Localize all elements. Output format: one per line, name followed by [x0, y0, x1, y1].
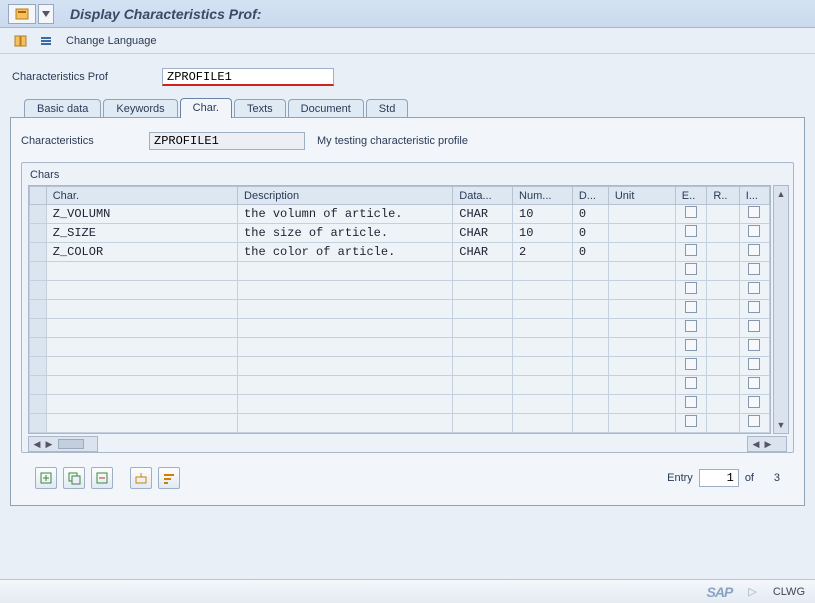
scroll-right-icon[interactable]: ▶ [762, 438, 774, 450]
tab-keywords[interactable]: Keywords [103, 99, 177, 118]
scroll-up-icon[interactable]: ▲ [775, 188, 787, 200]
tab-std[interactable]: Std [366, 99, 409, 118]
table-row[interactable] [30, 376, 770, 395]
col-header[interactable]: D... [572, 187, 608, 205]
table-row[interactable] [30, 395, 770, 414]
checkbox[interactable] [748, 282, 760, 294]
page-title: Display Characteristics Prof: [70, 6, 261, 22]
checkbox[interactable] [685, 358, 697, 370]
insert-row-button[interactable] [35, 467, 57, 489]
table-row[interactable] [30, 357, 770, 376]
checkbox[interactable] [685, 339, 697, 351]
table-row[interactable] [30, 262, 770, 281]
col-header[interactable]: Data... [453, 187, 513, 205]
profile-input[interactable] [162, 68, 334, 86]
checkbox[interactable] [685, 377, 697, 389]
toggle-icon[interactable] [10, 32, 30, 50]
horizontal-scrollbar-left[interactable]: ◀ ▶ [28, 436, 98, 452]
col-header[interactable]: Description [238, 187, 453, 205]
checkbox[interactable] [685, 301, 697, 313]
chars-groupbox: Chars Char.DescriptionData...Num...D...U… [21, 162, 794, 453]
title-bar: Display Characteristics Prof: [0, 0, 815, 28]
checkbox[interactable] [748, 206, 760, 218]
scroll-right-icon[interactable]: ▶ [43, 438, 55, 450]
tab-texts[interactable]: Texts [234, 99, 286, 118]
sap-logo: SAP [707, 584, 733, 600]
chars-groupbox-title: Chars [22, 167, 793, 185]
vertical-scrollbar[interactable]: ▲ ▼ [773, 185, 789, 434]
status-system: CLWG [773, 586, 805, 598]
checkbox[interactable] [685, 320, 697, 332]
profile-field-row: Characteristics Prof [0, 54, 815, 96]
change-language-label[interactable]: Change Language [66, 35, 157, 47]
table-row[interactable] [30, 414, 770, 433]
chars-table[interactable]: Char.DescriptionData...Num...D...UnitE..… [28, 185, 771, 434]
table-row[interactable] [30, 319, 770, 338]
col-header[interactable]: Num... [513, 187, 573, 205]
characteristics-input[interactable] [149, 132, 305, 150]
table-row[interactable] [30, 300, 770, 319]
checkbox[interactable] [748, 415, 760, 427]
language-icon[interactable] [36, 32, 56, 50]
entry-label: Entry [667, 472, 693, 484]
copy-row-button[interactable] [63, 467, 85, 489]
checkbox[interactable] [748, 244, 760, 256]
col-header[interactable]: E.. [675, 187, 707, 205]
characteristics-desc: My testing characteristic profile [317, 135, 468, 147]
delete-row-button[interactable] [91, 467, 113, 489]
col-header[interactable]: Unit [608, 187, 675, 205]
characteristics-label: Characteristics [21, 135, 149, 147]
tabstrip: Basic dataKeywordsChar.TextsDocumentStd [0, 96, 815, 118]
table-action-buttons [35, 467, 183, 489]
checkbox[interactable] [685, 206, 697, 218]
profile-label: Characteristics Prof [12, 71, 162, 83]
entry-indicator: Entry of 3 [667, 469, 780, 487]
table-row[interactable] [30, 281, 770, 300]
checkbox[interactable] [748, 320, 760, 332]
checkbox[interactable] [748, 301, 760, 313]
checkbox[interactable] [748, 377, 760, 389]
checkbox[interactable] [748, 263, 760, 275]
checkbox[interactable] [685, 396, 697, 408]
col-header[interactable]: I... [739, 187, 769, 205]
table-row[interactable]: Z_SIZEthe size of article.CHAR100 [30, 224, 770, 243]
scroll-left-icon[interactable]: ◀ [31, 438, 43, 450]
characteristics-row: Characteristics My testing characteristi… [21, 132, 794, 150]
append-button[interactable] [130, 467, 152, 489]
checkbox[interactable] [748, 339, 760, 351]
scroll-left-icon[interactable]: ◀ [750, 438, 762, 450]
tab-panel-char: Characteristics My testing characteristi… [10, 117, 805, 506]
table-row[interactable]: Z_COLORthe color of article.CHAR20 [30, 243, 770, 262]
dropdown-icon[interactable] [38, 4, 54, 24]
tab-char-[interactable]: Char. [180, 98, 232, 118]
checkbox[interactable] [748, 396, 760, 408]
col-header[interactable]: Char. [46, 187, 237, 205]
tab-document[interactable]: Document [288, 99, 364, 118]
entry-of-label: of [745, 472, 754, 484]
sort-button[interactable] [158, 467, 180, 489]
scroll-down-icon[interactable]: ▼ [775, 419, 787, 431]
scroll-thumb[interactable] [58, 439, 84, 449]
toolbar: Change Language [0, 28, 815, 54]
col-header[interactable]: R.. [707, 187, 739, 205]
menu-icon[interactable] [8, 4, 36, 24]
entry-current-input[interactable] [699, 469, 739, 487]
tab-basic-data[interactable]: Basic data [24, 99, 101, 118]
checkbox[interactable] [748, 358, 760, 370]
checkbox[interactable] [748, 225, 760, 237]
entry-total: 3 [760, 472, 780, 484]
checkbox[interactable] [685, 415, 697, 427]
horizontal-scrollbar-right[interactable]: ◀ ▶ [747, 436, 787, 452]
status-bar: SAP ▷ CLWG [0, 579, 815, 603]
table-row[interactable]: Z_VOLUMNthe volumn of article.CHAR100 [30, 205, 770, 224]
status-separator: ▷ [748, 585, 756, 598]
checkbox[interactable] [685, 225, 697, 237]
checkbox[interactable] [685, 263, 697, 275]
panel-footer: Entry of 3 [21, 453, 794, 493]
table-row[interactable] [30, 338, 770, 357]
checkbox[interactable] [685, 282, 697, 294]
checkbox[interactable] [685, 244, 697, 256]
